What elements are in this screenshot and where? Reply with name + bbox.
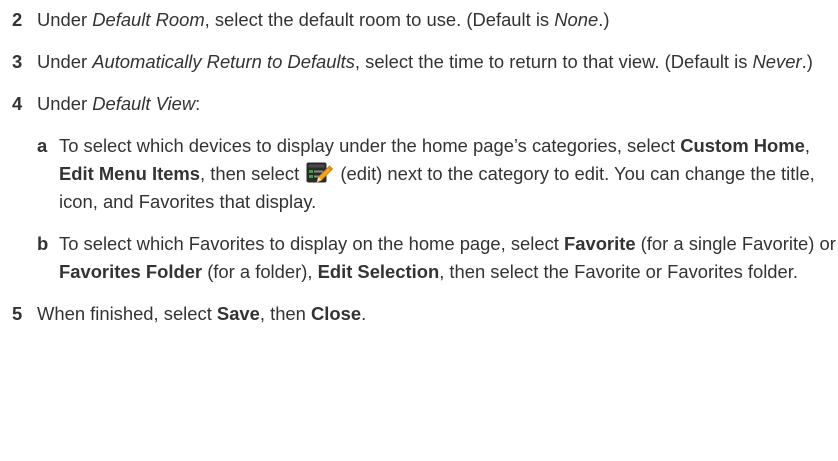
step-4: 4 Under Default View: — [0, 90, 838, 118]
instructions: 2 Under Default Room, select the default… — [0, 6, 838, 328]
step-number: 4 — [12, 93, 23, 114]
substep-b: b To select which Favorites to display o… — [0, 230, 838, 286]
save-term: Save — [216, 303, 260, 324]
substep-a: a To select which devices to display und… — [0, 132, 838, 216]
edit-icon — [306, 162, 334, 183]
step-2: 2 Under Default Room, select the default… — [0, 6, 838, 34]
none-term: None — [554, 9, 599, 30]
step-number: 2 — [12, 9, 23, 30]
step-3: 3 Under Automatically Return to Defaults… — [0, 48, 838, 76]
edit-selection-term: Edit Selection — [317, 261, 440, 282]
never-term: Never — [752, 51, 802, 72]
default-room-term: Default Room — [92, 9, 205, 30]
custom-home-term: Custom Home — [680, 135, 805, 156]
auto-return-term: Automatically Return to Defaults — [92, 51, 355, 72]
edit-menu-items-term: Edit Menu Items — [59, 163, 201, 184]
favorites-folder-term: Favorites Folder — [59, 261, 203, 282]
substep-letter: b — [37, 233, 49, 254]
default-view-term: Default View — [92, 93, 196, 114]
substep-letter: a — [37, 135, 48, 156]
close-term: Close — [311, 303, 362, 324]
step-5: 5 When finished, select Save, then Close… — [0, 300, 838, 328]
step-number: 5 — [12, 303, 23, 324]
step-number: 3 — [12, 51, 23, 72]
favorite-term: Favorite — [564, 233, 636, 254]
